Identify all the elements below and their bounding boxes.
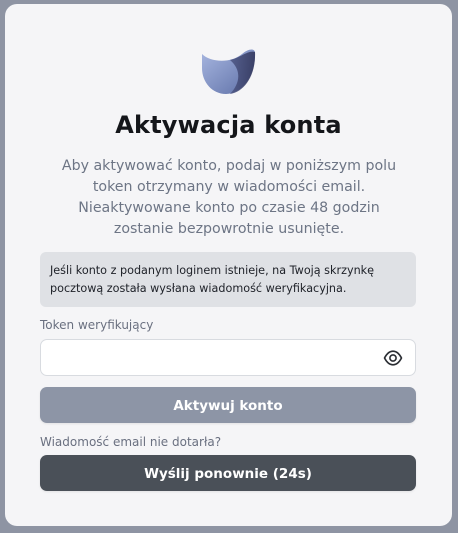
resend-email-button[interactable]: Wyślij ponownie (24s) <box>40 455 416 491</box>
brand-logo-icon <box>202 49 256 94</box>
eye-icon[interactable] <box>383 349 403 367</box>
resend-prompt: Wiadomość email nie dotarła? <box>40 435 222 449</box>
alert-line: pocztową została wysłana wiadomość weryf… <box>50 282 347 295</box>
token-input[interactable] <box>51 340 375 377</box>
page-title: Aktywacja konta <box>115 111 342 139</box>
info-alert: Jeśli konto z podanym loginem istnieje, … <box>40 252 416 307</box>
description-text: Aby aktywować konto, podaj w poniższym p… <box>49 156 409 240</box>
token-input-wrapper <box>40 339 416 377</box>
activation-card: Aktywacja konta Aby aktywować konto, pod… <box>5 4 452 526</box>
token-field-label: Token weryfikujący <box>40 318 154 332</box>
description-line: Nieaktywowane konto po czasie 48 godzin <box>78 200 380 216</box>
activate-account-button[interactable]: Aktywuj konto <box>40 387 416 423</box>
description-line: zostanie bezpowrotnie usunięte. <box>113 221 345 237</box>
alert-line: Jeśli konto z podanym loginem istnieje, … <box>50 264 375 277</box>
description-line: Aby aktywować konto, podaj w poniższym p… <box>61 158 397 174</box>
description-line: token otrzymany w wiadomości email. <box>92 179 366 195</box>
